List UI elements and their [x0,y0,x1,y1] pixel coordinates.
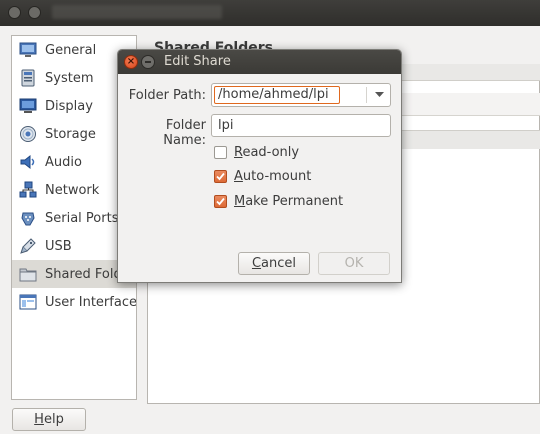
cancel-button[interactable]: Cancel [238,252,310,275]
edit-share-dialog: × Edit Share Folder Path: /home/ahmed/lp… [117,49,402,283]
auto-mount-checkbox-row[interactable]: Auto-mount [214,167,311,185]
network-icon [18,181,38,199]
auto-mount-label: Auto-mount [234,168,312,184]
dialog-title: Edit Share [164,54,231,69]
dialog-titlebar: × Edit Share [118,50,401,74]
system-icon [18,69,38,87]
help-button[interactable]: Help [12,408,86,431]
read-only-checkbox-row[interactable]: Read-only [214,143,299,161]
display-icon [18,97,38,115]
folder-path-field[interactable]: /home/ahmed/lpi [214,86,340,104]
audio-icon [18,153,38,171]
chevron-down-icon[interactable] [370,87,388,103]
combo-divider [366,87,367,103]
folder-path-label: Folder Path: [128,88,206,103]
cancel-button-label: Cancel [251,256,297,271]
read-only-label: Read-only [234,144,300,160]
sidebar-item-label: Serial Ports [45,210,119,226]
shared-folders-icon [18,265,38,283]
read-only-checkbox[interactable] [214,145,227,159]
list-row[interactable] [400,93,540,116]
make-permanent-checkbox[interactable] [214,194,227,208]
window-close-button[interactable] [8,6,21,19]
usb-icon [18,237,38,255]
sidebar-item-label: USB [45,238,72,254]
sidebar-item-label: Network [45,182,100,198]
window-title [52,5,222,19]
window-titlebar [0,0,540,26]
sidebar-item-label: Audio [45,154,82,170]
user-interface-icon [18,293,38,311]
storage-icon [18,125,38,143]
sidebar-item-user-interface[interactable]: User Interface [12,288,136,316]
general-icon [18,41,38,59]
minimize-icon[interactable] [141,55,155,69]
sidebar-item-label: User Interface [45,294,137,310]
sidebar-item-label: System [45,70,94,86]
ok-button-label: OK [344,256,364,271]
auto-mount-checkbox[interactable] [214,169,227,183]
window-minimize-button[interactable] [28,6,41,19]
folder-path-combo[interactable]: /home/ahmed/lpi [211,83,391,107]
serial-ports-icon [18,209,38,227]
make-permanent-checkbox-row[interactable]: Make Permanent [214,192,343,210]
list-row[interactable] [400,130,540,149]
close-icon[interactable]: × [124,55,138,69]
folder-name-label: Folder Name: [163,118,206,148]
folder-name-field[interactable]: lpi [211,114,391,137]
sidebar-item-label: General [45,42,97,58]
sidebar-item-label: Display [45,98,93,114]
help-button-label: Help [34,412,64,427]
ok-button[interactable]: OK [318,252,390,275]
make-permanent-label: Make Permanent [234,193,344,209]
sidebar-item-label: Storage [45,126,96,142]
